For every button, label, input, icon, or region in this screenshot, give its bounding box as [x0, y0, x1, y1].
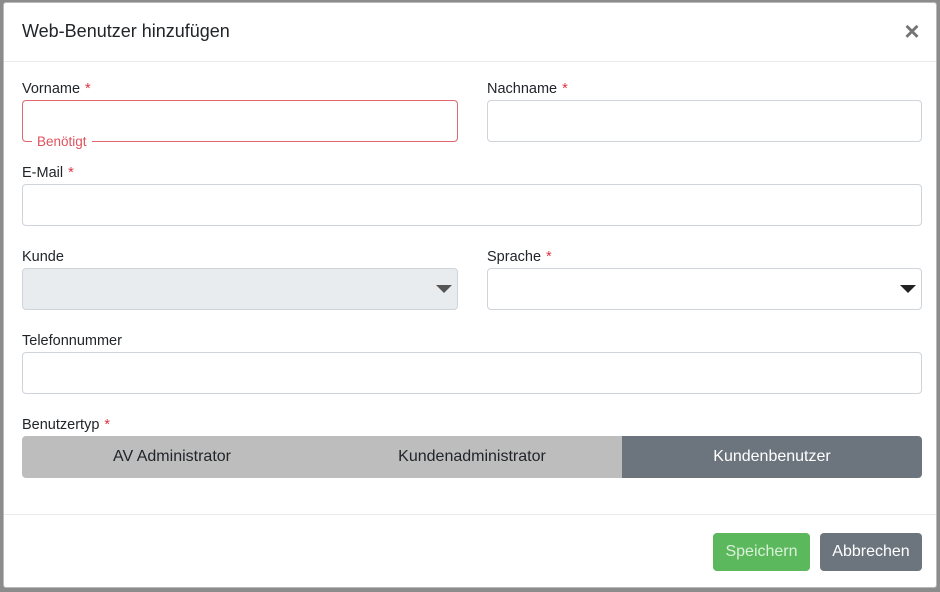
chevron-down-icon — [900, 285, 916, 293]
vorname-label-text: Vorname — [22, 81, 81, 97]
required-marker: * — [562, 81, 568, 97]
sprache-label-text: Sprache — [487, 249, 542, 265]
toggle-kundenadministrator[interactable]: Kundenadministrator — [322, 436, 622, 478]
benutzertyp-label: Benutzertyp * — [22, 417, 110, 433]
close-icon[interactable]: × — [900, 17, 924, 45]
email-label-text: E-Mail — [22, 165, 64, 181]
kunde-select — [22, 268, 458, 310]
cancel-button[interactable]: Abbrechen — [820, 533, 922, 571]
email-label: E-Mail * — [22, 165, 74, 181]
sprache-select[interactable] — [487, 268, 922, 310]
telefon-input[interactable] — [22, 352, 922, 394]
benutzertyp-label-text: Benutzertyp — [22, 417, 100, 433]
toggle-av-administrator[interactable]: AV Administrator — [22, 436, 322, 478]
nachname-label: Nachname * — [487, 81, 568, 97]
sprache-label: Sprache * — [487, 249, 552, 265]
modal-header: Web-Benutzer hinzufügen × — [4, 3, 936, 62]
toggle-kundenbenutzer[interactable]: Kundenbenutzer — [622, 436, 922, 478]
modal-title: Web-Benutzer hinzufügen — [22, 21, 230, 41]
save-button[interactable]: Speichern — [713, 533, 810, 571]
email-input[interactable] — [22, 184, 922, 226]
benutzertyp-toggle-group: AV Administrator Kundenadministrator Kun… — [22, 436, 922, 478]
vorname-label: Vorname * — [22, 81, 91, 97]
nachname-input[interactable] — [487, 100, 922, 142]
telefon-label: Telefonnummer — [22, 333, 122, 349]
kunde-label-text: Kunde — [22, 249, 64, 265]
vorname-error: Benötigt — [32, 134, 92, 149]
nachname-label-text: Nachname — [487, 81, 558, 97]
required-marker: * — [85, 81, 91, 97]
vorname-input[interactable]: Benötigt — [22, 100, 458, 149]
required-marker: * — [104, 417, 111, 433]
kunde-label: Kunde — [22, 249, 64, 265]
telefon-label-text: Telefonnummer — [22, 333, 122, 349]
modal-footer: Speichern Abbrechen — [4, 514, 936, 587]
required-marker: * — [546, 249, 552, 265]
chevron-down-icon — [436, 285, 452, 293]
add-web-user-dialog: Web-Benutzer hinzufügen × Vorname * Benöt… — [3, 2, 937, 588]
required-marker: * — [68, 165, 74, 181]
